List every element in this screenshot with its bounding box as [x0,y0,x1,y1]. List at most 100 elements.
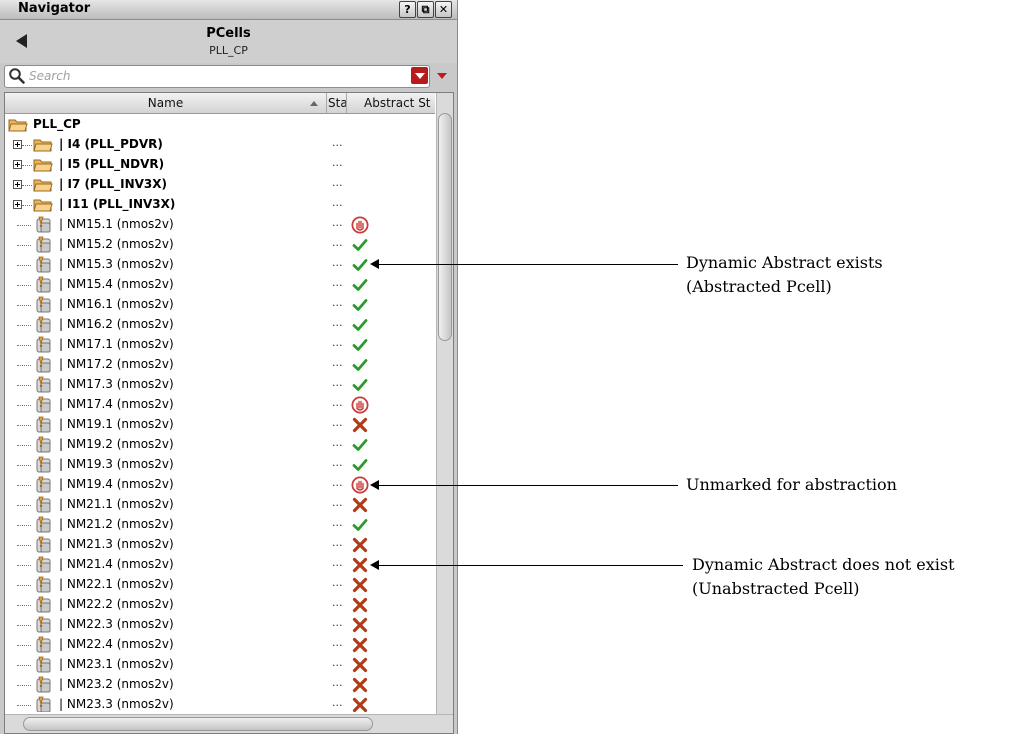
tree-cell-row[interactable]: | NM19.3 (nmos2v)... [5,455,435,475]
callout-arrowhead-unmarked [370,480,379,490]
red-x-icon [352,597,368,613]
tree-connector-line [17,645,31,646]
open-folder-icon [8,119,28,132]
row-label: | NM22.2 (nmos2v) [59,597,174,611]
tree-cell-row[interactable]: | NM15.4 (nmos2v)... [5,275,435,295]
pcell-icon [36,416,51,433]
row-status: ... [332,416,343,429]
red-x-icon [352,677,368,693]
tree-folder-row[interactable]: | I4 (PLL_PDVR)... [5,135,435,155]
expand-plus-icon[interactable] [13,200,22,209]
callout-arrow-unmarked [378,485,678,486]
expand-plus-icon[interactable] [13,140,22,149]
row-status: ... [332,296,343,309]
tree-cell-row[interactable]: | NM17.2 (nmos2v)... [5,355,435,375]
column-status[interactable]: Sta [327,93,347,113]
column-abstract-status[interactable]: Abstract St [347,93,435,113]
help-button[interactable]: ? [399,1,416,18]
search-input[interactable] [29,68,409,84]
vertical-scroll-thumb[interactable] [438,113,452,341]
row-label: | NM19.2 (nmos2v) [59,437,174,451]
tree-cell-row[interactable]: | NM22.1 (nmos2v)... [5,575,435,595]
filter-dropdown-arrow-icon[interactable] [437,73,447,79]
row-label: | NM23.3 (nmos2v) [59,697,174,711]
tree-connector-line [22,145,32,146]
tree-connector-line [17,285,31,286]
tree-cell-row[interactable]: | NM15.1 (nmos2v)... [5,215,435,235]
pcell-icon [36,616,51,633]
row-status: ... [332,656,343,669]
red-x-icon [352,637,368,653]
row-status: ... [332,316,343,329]
float-button[interactable]: ⧉ [417,1,434,18]
tree-cell-row[interactable]: | NM22.3 (nmos2v)... [5,615,435,635]
folder-icon [33,159,53,172]
tree-connector-line [17,545,31,546]
tree-connector-line [17,365,31,366]
tree-connector-line [17,425,31,426]
row-status: ... [332,216,343,229]
row-label: | NM21.2 (nmos2v) [59,517,174,531]
close-button[interactable]: ✕ [435,1,452,18]
tree-cell-row[interactable]: | NM21.1 (nmos2v)... [5,495,435,515]
tree-cell-row[interactable]: | NM19.1 (nmos2v)... [5,415,435,435]
tree-cell-row[interactable]: | NM23.2 (nmos2v)... [5,675,435,695]
green-check-icon [352,319,368,331]
pcell-icon [36,336,51,353]
pcell-icon [36,376,51,393]
row-status: ... [332,156,343,169]
tree-cell-row[interactable]: | NM21.2 (nmos2v)... [5,515,435,535]
row-status: ... [332,236,343,249]
tree-cell-row[interactable]: | NM16.1 (nmos2v)... [5,295,435,315]
tree-cell-row[interactable]: | NM17.3 (nmos2v)... [5,375,435,395]
row-label: | NM17.3 (nmos2v) [59,377,174,391]
row-label: | I5 (PLL_NDVR) [59,157,165,171]
tree-folder-row[interactable]: | I7 (PLL_INV3X)... [5,175,435,195]
tree-folder-row[interactable]: | I11 (PLL_INV3X)... [5,195,435,215]
window-titlebar: Navigator ? ⧉ ✕ [0,0,457,20]
folder-icon [33,179,53,192]
tree-cell-row[interactable]: | NM23.1 (nmos2v)... [5,655,435,675]
pcell-icon [36,636,51,653]
header-subtitle: PLL_CP [209,44,248,57]
row-label: | NM19.3 (nmos2v) [59,457,174,471]
tree-cell-row[interactable]: | NM23.3 (nmos2v)... [5,695,435,712]
pcell-icon [36,456,51,473]
row-label: | NM19.4 (nmos2v) [59,477,174,491]
expand-plus-icon[interactable] [13,180,22,189]
navigator-header: PCells PLL_CP [0,20,457,63]
tree-cell-row[interactable]: | NM15.2 (nmos2v)... [5,235,435,255]
row-status: ... [332,676,343,689]
row-label: | NM15.4 (nmos2v) [59,277,174,291]
pcell-icon [36,316,51,333]
row-status: ... [332,556,343,569]
tree-folder-row[interactable]: | I5 (PLL_NDVR)... [5,155,435,175]
column-name[interactable]: Name [5,93,327,113]
tree-rows: PLL_CP | I4 (PLL_PDVR)... | I5 (PLL_NDVR)… [5,114,435,712]
tree-connector-line [17,345,31,346]
tree-connector-line [22,205,32,206]
horizontal-scrollbar[interactable] [5,714,453,733]
expand-plus-icon[interactable] [13,160,22,169]
vertical-scrollbar[interactable] [436,93,453,715]
navigator-panel: Navigator ? ⧉ ✕ PCells PLL_CP Name Sta A… [0,0,458,734]
tree-cell-row[interactable]: | NM21.3 (nmos2v)... [5,535,435,555]
tree-root-row[interactable]: PLL_CP [5,115,435,135]
tree-cell-row[interactable]: | NM22.2 (nmos2v)... [5,595,435,615]
tree-cell-row[interactable]: | NM17.1 (nmos2v)... [5,335,435,355]
row-label: | NM21.1 (nmos2v) [59,497,174,511]
row-label: | NM19.1 (nmos2v) [59,417,174,431]
callout-missing: Dynamic Abstract does not exist (Unabstr… [692,553,955,601]
tree-cell-row[interactable]: | NM22.4 (nmos2v)... [5,635,435,655]
horizontal-scroll-thumb[interactable] [23,717,373,731]
red-x-icon [352,697,368,712]
row-label: | NM17.1 (nmos2v) [59,337,174,351]
tree-connector-line [17,605,31,606]
pcell-icon [36,576,51,593]
search-dropdown-button[interactable] [411,67,428,84]
tree-cell-row[interactable]: | NM19.2 (nmos2v)... [5,435,435,455]
tree-cell-row[interactable]: | NM16.2 (nmos2v)... [5,315,435,335]
tree-cell-row[interactable]: | NM17.4 (nmos2v)... [5,395,435,415]
row-status: ... [332,636,343,649]
tree-connector-line [17,665,31,666]
